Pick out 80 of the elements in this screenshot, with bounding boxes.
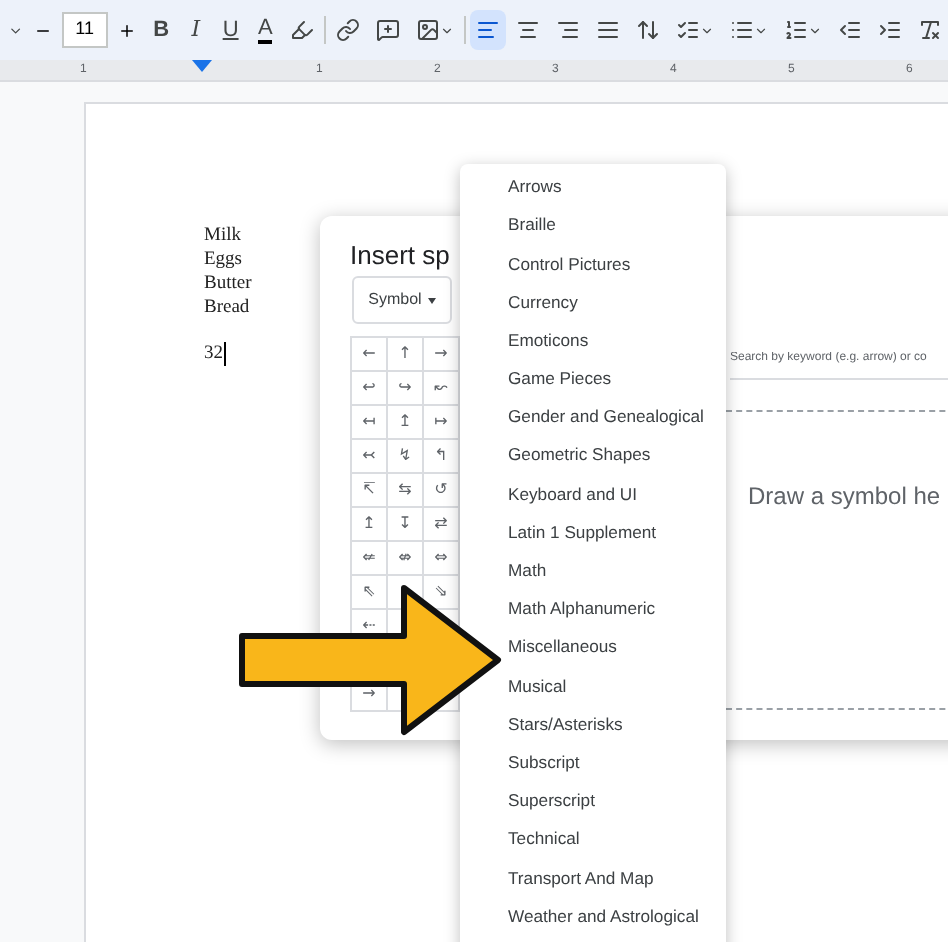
menu-item[interactable]: Math bbox=[460, 551, 726, 591]
marker-icon bbox=[290, 18, 315, 42]
menu-item[interactable]: Braille bbox=[460, 206, 726, 245]
symbol-character[interactable]: → bbox=[434, 344, 448, 364]
document-line: Butter bbox=[204, 272, 252, 296]
comment-icon bbox=[376, 18, 401, 42]
draw-hint: Draw a symbol he bbox=[748, 480, 941, 514]
align-left-button[interactable] bbox=[469, 10, 506, 50]
symbol-character[interactable]: ↦ bbox=[434, 412, 448, 432]
outdent-icon bbox=[837, 18, 862, 42]
symbol-character[interactable]: ← bbox=[362, 344, 376, 364]
menu-item[interactable]: Arrows bbox=[460, 168, 726, 207]
symbol-character[interactable]: ⇠ bbox=[362, 616, 376, 636]
link-icon bbox=[336, 18, 361, 42]
symbol-character[interactable]: ⇄ bbox=[434, 514, 448, 534]
symbol-character[interactable]: ⇖ bbox=[362, 582, 376, 602]
menu-item[interactable]: Transport And Map bbox=[460, 858, 726, 898]
menu-item[interactable]: Technical bbox=[460, 820, 726, 859]
document-line: Bread bbox=[204, 296, 250, 320]
menu-item[interactable]: Latin 1 Supplement bbox=[460, 513, 726, 552]
menu-item[interactable]: Gender and Genealogical bbox=[460, 398, 726, 437]
clear-formatting-icon bbox=[917, 18, 942, 42]
document-line: Milk bbox=[204, 224, 241, 248]
symbol-character[interactable]: ↪ bbox=[398, 378, 412, 398]
pointer-arrow-icon bbox=[236, 580, 504, 740]
symbol-character[interactable]: ↩ bbox=[362, 378, 376, 398]
plus-icon bbox=[117, 21, 136, 39]
underline-button[interactable]: U bbox=[215, 10, 246, 50]
menu-item[interactable]: Weather and Astrological bbox=[460, 897, 726, 936]
caret-icon bbox=[753, 23, 768, 37]
text-cursor bbox=[223, 342, 225, 366]
menu-item[interactable]: Subscript bbox=[460, 743, 726, 782]
symbol-character[interactable]: ↤ bbox=[362, 412, 376, 432]
symbol-character[interactable]: ↑ bbox=[398, 344, 412, 364]
document-line: Eggs bbox=[204, 248, 242, 272]
caret-icon bbox=[807, 23, 822, 37]
caret-icon bbox=[699, 23, 714, 37]
symbol-character[interactable]: ↢ bbox=[362, 446, 376, 466]
menu-item[interactable]: Keyboard and UI bbox=[460, 475, 726, 514]
symbol-character[interactable]: ↰ bbox=[434, 446, 448, 466]
caret-icon bbox=[440, 23, 455, 37]
symbol-character[interactable]: ⇎ bbox=[398, 548, 412, 568]
font-size-field[interactable]: 11 bbox=[61, 12, 108, 48]
caret-icon bbox=[427, 297, 436, 303]
symbol-character[interactable]: ⇘ bbox=[434, 582, 448, 602]
justify-icon bbox=[595, 18, 620, 42]
menu-item[interactable]: Geometric Shapes bbox=[460, 436, 726, 475]
align-center-icon bbox=[515, 18, 540, 42]
menu-item[interactable]: Superscript bbox=[460, 782, 726, 821]
symbol-character[interactable]: ↥ bbox=[398, 412, 412, 432]
image-icon bbox=[416, 18, 441, 42]
menu-item[interactable]: Currency bbox=[460, 283, 726, 322]
indent-marker-icon[interactable] bbox=[192, 60, 212, 72]
symbol-character[interactable]: ↸ bbox=[362, 480, 376, 500]
align-right-icon bbox=[555, 18, 580, 42]
dialog-title: Insert sp bbox=[350, 238, 450, 274]
menu-item[interactable]: Emoticons bbox=[460, 321, 726, 360]
italic-button[interactable]: I bbox=[180, 10, 212, 50]
up-down-arrows-icon bbox=[635, 18, 660, 42]
symbol-character[interactable]: ↜ bbox=[434, 378, 448, 398]
menu-item[interactable]: Math Alphanumeric bbox=[460, 590, 726, 629]
color-button[interactable]: A bbox=[249, 10, 281, 50]
menu-item[interactable]: Control Pictures bbox=[460, 244, 726, 284]
numbered-list-icon bbox=[783, 18, 808, 42]
symbol-character[interactable]: → bbox=[362, 684, 376, 704]
menu-item[interactable]: Stars/Asterisks bbox=[460, 705, 726, 744]
symbol-character[interactable]: ↧ bbox=[398, 514, 412, 534]
symbol-character[interactable]: ↯ bbox=[398, 446, 412, 466]
document-line: 32 bbox=[204, 342, 223, 366]
align-left-icon bbox=[475, 18, 500, 42]
category-dropdown[interactable]: Symbol bbox=[352, 276, 452, 324]
indent-icon bbox=[877, 18, 902, 42]
checklist-icon bbox=[675, 18, 700, 42]
symbol-character[interactable]: ↺ bbox=[434, 480, 448, 500]
menu-item[interactable]: Game Pieces bbox=[460, 359, 726, 399]
bold-button[interactable]: B bbox=[145, 10, 177, 50]
symbol-character[interactable]: ↥ bbox=[362, 514, 376, 534]
symbol-character[interactable]: ⇍ bbox=[362, 548, 376, 568]
symbol-character[interactable]: ⇆ bbox=[398, 480, 412, 500]
symbol-character[interactable]: ⇔ bbox=[434, 548, 448, 568]
